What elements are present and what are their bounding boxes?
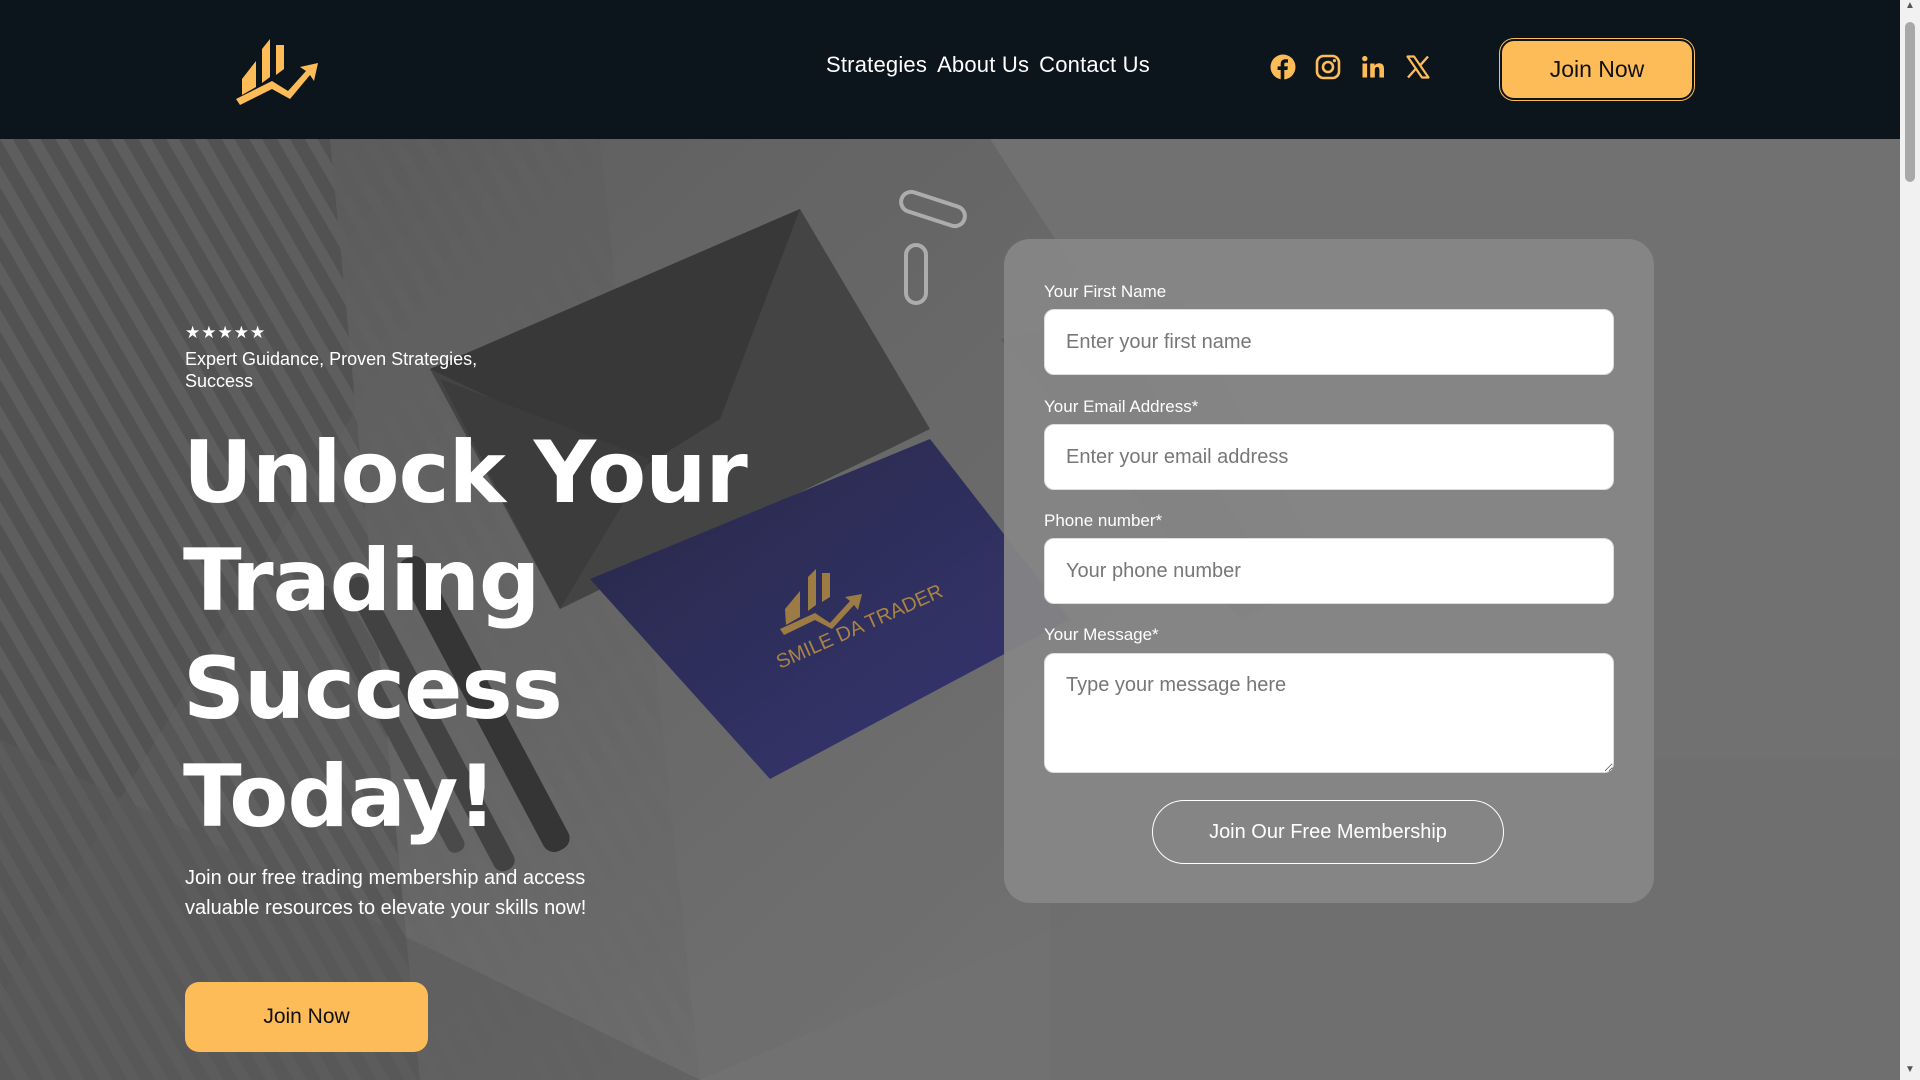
email-label: Your Email Address*: [1044, 397, 1199, 416]
email-input[interactable]: [1044, 424, 1614, 490]
scroll-down-arrow-icon[interactable]: ▼: [1900, 1064, 1920, 1080]
hero-join-now-button[interactable]: Join Now: [185, 982, 428, 1052]
join-free-membership-button[interactable]: Join Our Free Membership: [1152, 800, 1504, 864]
nav-contact-us[interactable]: Contact Us: [1039, 52, 1150, 78]
site-header: Strategies About Us Contact Us Join Now: [0, 0, 1900, 139]
star-rating: ★★★★★: [185, 323, 267, 342]
facebook-icon[interactable]: [1270, 54, 1296, 80]
membership-form: Your First Name Your Email Address* Phon…: [1004, 239, 1654, 903]
x-icon[interactable]: [1405, 54, 1431, 80]
phone-label: Phone number*: [1044, 511, 1163, 530]
brand-logo-icon[interactable]: [232, 33, 318, 105]
social-links: [1270, 54, 1431, 80]
message-label: Your Message*: [1044, 625, 1159, 644]
join-now-button[interactable]: Join Now: [1500, 39, 1694, 100]
hero-section: SMILE DA TRADER ★★★★★ Expert Guidance, P…: [0, 139, 1900, 1080]
page-scrollbar[interactable]: ▲ ▼: [1900, 0, 1920, 1080]
message-textarea[interactable]: [1044, 653, 1614, 773]
phone-input[interactable]: [1044, 538, 1614, 604]
nav-about-us[interactable]: About Us: [937, 52, 1029, 78]
hero-subtext: Join our free trading membership and acc…: [185, 867, 587, 919]
first-name-label: Your First Name: [1044, 282, 1167, 301]
scroll-up-arrow-icon[interactable]: ▲: [1900, 0, 1920, 14]
nav-strategies[interactable]: Strategies: [826, 52, 927, 78]
hero-headline: Unlock Your Trading Success Today!: [183, 423, 748, 847]
first-name-input[interactable]: [1044, 309, 1614, 375]
hero-tagline: Expert Guidance, Proven Strategies, Succ…: [185, 349, 478, 391]
scroll-thumb[interactable]: [1905, 22, 1915, 182]
main-nav: Strategies About Us Contact Us: [826, 52, 1150, 78]
instagram-icon[interactable]: [1315, 54, 1341, 80]
linkedin-icon[interactable]: [1360, 54, 1386, 80]
